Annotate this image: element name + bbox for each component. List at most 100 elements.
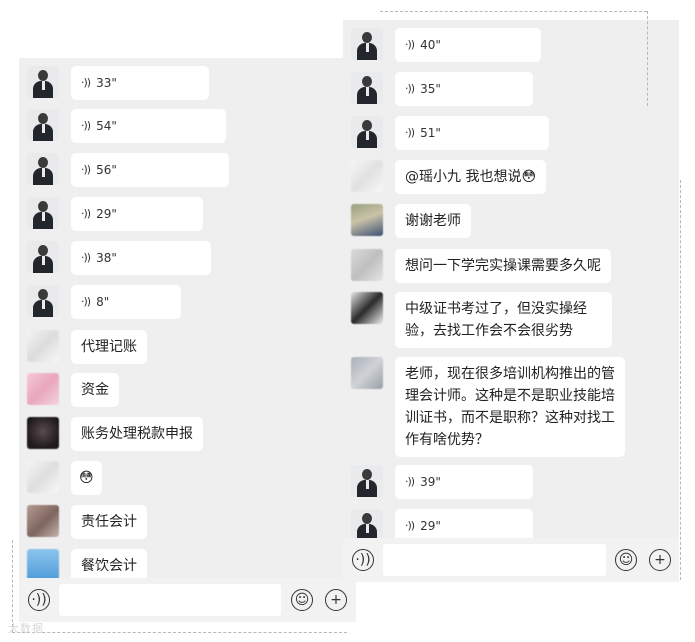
voice-duration: 35" [420,82,441,96]
member-avatar[interactable] [27,461,59,493]
message-text: 老师，现在很多培训机构推出的管理会计师。这种是不是职业技能培训证书，而不是职称？… [351,357,625,457]
teacher-avatar[interactable] [27,197,59,229]
message-text: 责任会计 [27,505,147,539]
member-avatar[interactable] [27,330,59,362]
voice-bubble[interactable]: ·)) 54" [71,109,226,143]
text-bubble: 责任会计 [71,505,147,539]
dashed-divider [680,180,681,580]
message-voice: ·)) 51" [351,116,549,150]
voice-wave-icon: ·)) [81,76,91,89]
text-bubble: 账务处理税款申报 [71,417,203,451]
voice-duration: 51" [420,126,441,140]
message-voice: ·)) 39" [351,465,533,499]
voice-duration: 54" [96,119,117,133]
message-emoji: 😳 [27,461,102,495]
input-bar: ·)) ☺ + [343,538,679,582]
voice-toggle-icon[interactable]: ·)) [28,589,50,611]
plus-icon[interactable]: + [649,549,671,571]
message-text: 账务处理税款申报 [27,417,203,451]
member-avatar[interactable] [27,417,59,449]
teacher-avatar[interactable] [27,241,59,273]
message-text: @瑶小九 我也想说😳 [351,160,547,194]
text-bubble: 代理记账 [71,330,147,364]
voice-wave-icon: ·)) [405,475,415,488]
voice-wave-icon: ·)) [81,251,91,264]
voice-duration: 40" [420,38,441,52]
voice-bubble[interactable]: ·)) 39" [395,465,533,499]
member-avatar[interactable] [351,204,383,236]
voice-wave-icon: ·)) [405,82,415,95]
message-text: 谢谢老师 [351,204,471,238]
teacher-avatar[interactable] [351,72,383,104]
teacher-avatar[interactable] [351,509,383,541]
voice-duration: 29" [420,519,441,533]
dashed-divider [12,632,347,633]
member-avatar[interactable] [351,160,383,192]
voice-toggle-icon[interactable]: ·)) [352,549,374,571]
teacher-avatar[interactable] [351,116,383,148]
teacher-avatar[interactable] [27,109,59,141]
voice-bubble[interactable]: ·)) 56" [71,153,229,187]
member-avatar[interactable] [27,373,59,405]
voice-wave-icon: ·)) [405,519,415,532]
voice-wave-icon: ·)) [405,38,415,51]
voice-bubble[interactable]: ·)) 8" [71,285,181,319]
message-text: 资金 [27,373,119,407]
message-text: 中级证书考过了，但没实操经验，去找工作会不会很劣势 [351,292,612,348]
message-voice: ·)) 40" [351,28,541,62]
message-input[interactable] [59,584,281,616]
teacher-avatar[interactable] [27,153,59,185]
emoji-bubble: 😳 [71,461,102,495]
voice-wave-icon: ·)) [81,295,91,308]
teacher-avatar[interactable] [351,465,383,497]
chat-panel-left: ·)) 33" ·)) 54" ·)) 56" ·)) 29" ·)) 38" [19,58,356,622]
dashed-divider [647,11,648,106]
input-bar: ·)) ☺ + [19,578,356,622]
emoji-icon[interactable]: ☺ [615,549,637,571]
voice-wave-icon: ·)) [81,119,91,132]
message-voice: ·)) 8" [27,285,181,319]
member-avatar[interactable] [27,505,59,537]
voice-bubble[interactable]: ·)) 29" [71,197,203,231]
dashed-divider [12,540,13,632]
watermark: 大数据 [8,622,44,635]
voice-duration: 56" [96,163,117,177]
dashed-divider [380,11,647,12]
text-bubble: @瑶小九 我也想说😳 [395,160,547,194]
voice-bubble[interactable]: ·)) 40" [395,28,541,62]
message-voice: ·)) 35" [351,72,533,106]
member-avatar[interactable] [351,292,383,324]
teacher-avatar[interactable] [27,66,59,98]
message-voice: ·)) 33" [27,66,209,100]
plus-icon[interactable]: + [325,589,347,611]
voice-wave-icon: ·)) [405,126,415,139]
voice-duration: 38" [96,251,117,265]
message-text: 想问一下学完实操课需要多久呢 [351,249,611,283]
voice-duration: 29" [96,207,117,221]
message-voice: ·)) 54" [27,109,226,143]
teacher-avatar[interactable] [27,285,59,317]
message-voice: ·)) 56" [27,153,229,187]
voice-duration: 39" [420,475,441,489]
emoji-icon[interactable]: ☺ [291,589,313,611]
message-voice: ·)) 29" [27,197,203,231]
chat-panel-right: ·)) 40" ·)) 35" ·)) 51" @瑶小九 我也想说😳 谢谢老师 … [343,20,679,582]
message-text: 代理记账 [27,330,147,364]
text-bubble: 老师，现在很多培训机构推出的管理会计师。这种是不是职业技能培训证书，而不是职称？… [395,357,625,457]
member-avatar[interactable] [351,249,383,281]
message-voice: ·)) 38" [27,241,211,275]
member-avatar[interactable] [27,549,59,581]
voice-bubble[interactable]: ·)) 38" [71,241,211,275]
message-input[interactable] [383,544,606,576]
voice-bubble[interactable]: ·)) 33" [71,66,209,100]
voice-duration: 33" [96,76,117,90]
text-bubble: 中级证书考过了，但没实操经验，去找工作会不会很劣势 [395,292,612,348]
voice-bubble[interactable]: ·)) 51" [395,116,549,150]
text-bubble: 想问一下学完实操课需要多久呢 [395,249,611,283]
voice-bubble[interactable]: ·)) 35" [395,72,533,106]
teacher-avatar[interactable] [351,28,383,60]
voice-wave-icon: ·)) [81,163,91,176]
text-bubble: 资金 [71,373,119,407]
member-avatar[interactable] [351,357,383,389]
voice-duration: 8" [96,295,110,309]
